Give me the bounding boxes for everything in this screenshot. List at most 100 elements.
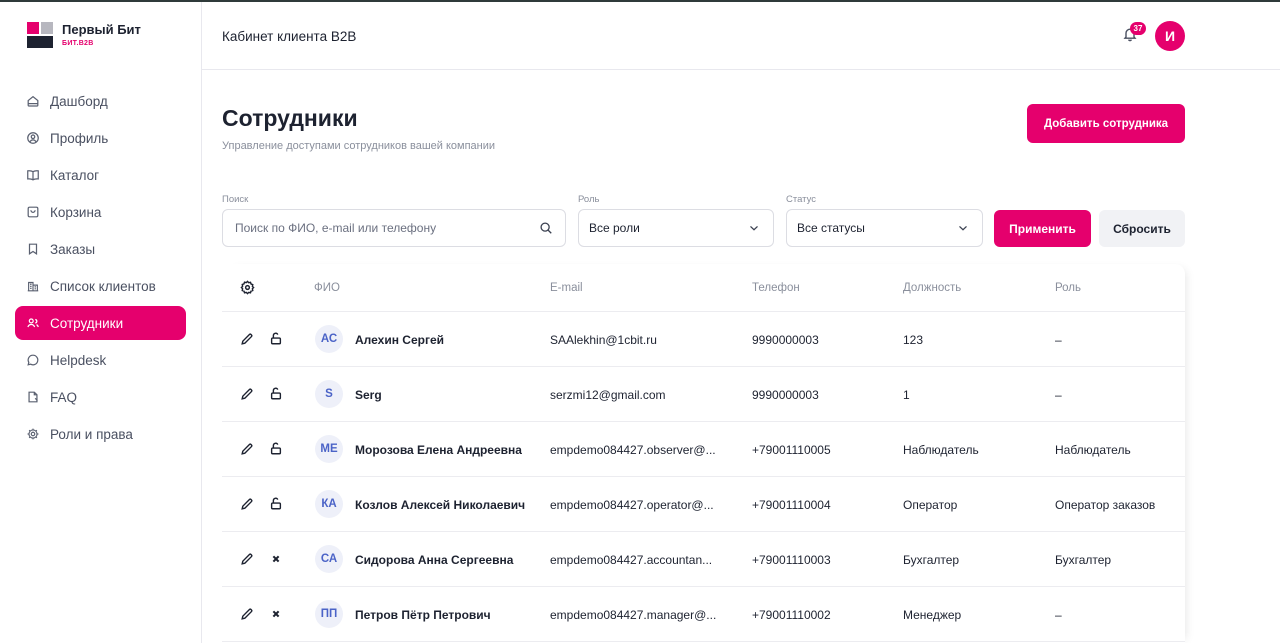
sidebar-item-label: Профиль bbox=[50, 130, 109, 146]
users-icon bbox=[26, 316, 40, 330]
lock-open-icon[interactable] bbox=[269, 386, 283, 401]
page-subtitle: Управление доступами сотрудников вашей к… bbox=[222, 140, 496, 152]
brand-sub: БИТ.B2B bbox=[62, 40, 94, 47]
sidebar-nav: Дашборд Профиль Каталог Корзина Заказы С… bbox=[15, 84, 186, 454]
employee-phone: +79001110004 bbox=[752, 498, 831, 512]
sidebar-item-label: Заказы bbox=[50, 241, 96, 257]
employee-role: Бухгалтер bbox=[1055, 553, 1112, 567]
sidebar-item-catalog[interactable]: Каталог bbox=[15, 158, 186, 192]
sidebar-item-cart[interactable]: Корзина bbox=[15, 195, 186, 229]
avatar-initials: S bbox=[315, 380, 343, 408]
sidebar-item-clients[interactable]: Список клиентов bbox=[15, 269, 186, 303]
table-row[interactable]: СА Сидорова Анна Сергеевна empdemo084427… bbox=[222, 532, 1185, 587]
employee-phone: 9990000003 bbox=[752, 333, 819, 347]
sidebar-item-label: Helpdesk bbox=[50, 352, 107, 368]
column-header-position[interactable]: Должность bbox=[903, 282, 961, 294]
table-row[interactable]: МЕ Морозова Елена Андреевна empdemo08442… bbox=[222, 422, 1185, 477]
column-header-name[interactable]: ФИО bbox=[314, 282, 340, 294]
table-header: ФИО E-mail Телефон Должность Роль bbox=[222, 264, 1185, 312]
chevron-down-icon bbox=[747, 221, 761, 235]
employee-name: Serg bbox=[355, 388, 382, 402]
employee-email: empdemo084427.observer@... bbox=[550, 443, 716, 457]
sidebar-item-orders[interactable]: Заказы bbox=[15, 232, 186, 266]
lock-open-icon[interactable] bbox=[269, 496, 283, 511]
sidebar-item-employees[interactable]: Сотрудники bbox=[15, 306, 186, 340]
employee-position: Бухгалтер bbox=[903, 553, 960, 567]
sidebar-item-dashboard[interactable]: Дашборд bbox=[15, 84, 186, 118]
search-field bbox=[222, 209, 566, 247]
apply-button[interactable]: Применить bbox=[994, 210, 1091, 247]
employee-phone: +79001110005 bbox=[752, 443, 831, 457]
employee-phone: 9990000003 bbox=[752, 388, 819, 402]
status-select-value: Все статусы bbox=[797, 221, 865, 235]
employee-phone: +79001110003 bbox=[752, 553, 831, 567]
user-avatar[interactable]: И bbox=[1155, 21, 1185, 51]
table-row[interactable]: КА Козлов Алексей Николаевич empdemo0844… bbox=[222, 477, 1185, 532]
close-icon[interactable] bbox=[269, 551, 283, 566]
avatar-initials: ПП bbox=[315, 600, 343, 628]
avatar-initials: КА bbox=[315, 490, 343, 518]
search-label: Поиск bbox=[222, 194, 249, 205]
settings-gear-icon[interactable] bbox=[240, 280, 255, 295]
employee-phone: +79001110002 bbox=[752, 608, 831, 622]
column-header-phone[interactable]: Телефон bbox=[752, 282, 800, 294]
role-select-value: Все роли bbox=[589, 221, 640, 235]
sidebar-item-faq[interactable]: FAQ bbox=[15, 380, 186, 414]
avatar-initials: СА bbox=[315, 545, 343, 573]
lock-open-icon[interactable] bbox=[269, 331, 283, 346]
employee-name: Козлов Алексей Николаевич bbox=[355, 498, 526, 512]
sidebar-item-roles[interactable]: Роли и права bbox=[15, 417, 186, 451]
chevron-down-icon bbox=[956, 221, 970, 235]
table-row[interactable]: S Serg serzmi12@gmail.com 9990000003 1 – bbox=[222, 367, 1185, 422]
role-select[interactable]: Все роли bbox=[578, 209, 774, 247]
sidebar: Первый Бит БИТ.B2B Дашборд Профиль Катал… bbox=[0, 2, 202, 643]
pencil-icon[interactable] bbox=[240, 552, 254, 566]
employee-name: Петров Пётр Петрович bbox=[355, 608, 491, 622]
sidebar-item-profile[interactable]: Профиль bbox=[15, 121, 186, 155]
pencil-icon[interactable] bbox=[240, 387, 254, 401]
reset-button[interactable]: Сбросить bbox=[1099, 210, 1185, 247]
employee-name: Сидорова Анна Сергеевна bbox=[355, 553, 514, 567]
status-label: Статус bbox=[786, 194, 817, 205]
add-employee-button[interactable]: Добавить сотрудника bbox=[1027, 104, 1185, 143]
status-select[interactable]: Все статусы bbox=[786, 209, 983, 247]
bookmark-icon bbox=[26, 242, 40, 256]
employee-email: empdemo084427.manager@... bbox=[550, 608, 717, 622]
notification-badge: 37 bbox=[1130, 22, 1146, 35]
employee-email: serzmi12@gmail.com bbox=[550, 388, 666, 402]
employee-email: empdemo084427.accountan... bbox=[550, 553, 713, 567]
brand-logo-icon bbox=[27, 22, 53, 48]
employee-position: Наблюдатель bbox=[903, 443, 979, 457]
employee-position: 1 bbox=[903, 388, 910, 402]
employee-email: SAAlekhin@1cbit.ru bbox=[550, 333, 657, 347]
table-row[interactable]: АС Алехин Сергей SAAlekhin@1cbit.ru 9990… bbox=[222, 312, 1185, 367]
lock-open-icon[interactable] bbox=[269, 441, 283, 456]
role-label: Роль bbox=[578, 194, 600, 205]
employees-table: ФИО E-mail Телефон Должность Роль АС Але… bbox=[222, 264, 1185, 643]
employee-role: – bbox=[1055, 333, 1062, 347]
employee-position: Оператор bbox=[903, 498, 958, 512]
search-input[interactable] bbox=[235, 221, 539, 235]
brand-logo[interactable]: Первый Бит БИТ.B2B bbox=[27, 22, 141, 48]
sidebar-item-helpdesk[interactable]: Helpdesk bbox=[15, 343, 186, 377]
column-header-role[interactable]: Роль bbox=[1055, 282, 1081, 294]
top-header: Кабинет клиента B2B 37 И bbox=[202, 2, 1280, 70]
pencil-icon[interactable] bbox=[240, 442, 254, 456]
column-header-email[interactable]: E-mail bbox=[550, 282, 583, 294]
table-row[interactable]: ПП Петров Пётр Петрович empdemo084427.ma… bbox=[222, 587, 1185, 642]
close-icon[interactable] bbox=[269, 606, 283, 621]
employee-position: 123 bbox=[903, 333, 924, 347]
home-icon bbox=[26, 94, 40, 108]
pencil-icon[interactable] bbox=[240, 607, 254, 621]
book-icon bbox=[26, 168, 40, 182]
buildings-icon bbox=[26, 279, 40, 293]
pencil-icon[interactable] bbox=[240, 497, 254, 511]
pencil-icon[interactable] bbox=[240, 332, 254, 346]
employee-name: Алехин Сергей bbox=[355, 333, 444, 347]
header-title: Кабинет клиента B2B bbox=[222, 29, 357, 44]
sidebar-item-label: Сотрудники bbox=[50, 315, 124, 331]
employee-role: – bbox=[1055, 388, 1062, 402]
avatar-initials: МЕ bbox=[315, 435, 343, 463]
employee-name: Морозова Елена Андреевна bbox=[355, 443, 522, 457]
search-icon[interactable] bbox=[539, 221, 553, 235]
